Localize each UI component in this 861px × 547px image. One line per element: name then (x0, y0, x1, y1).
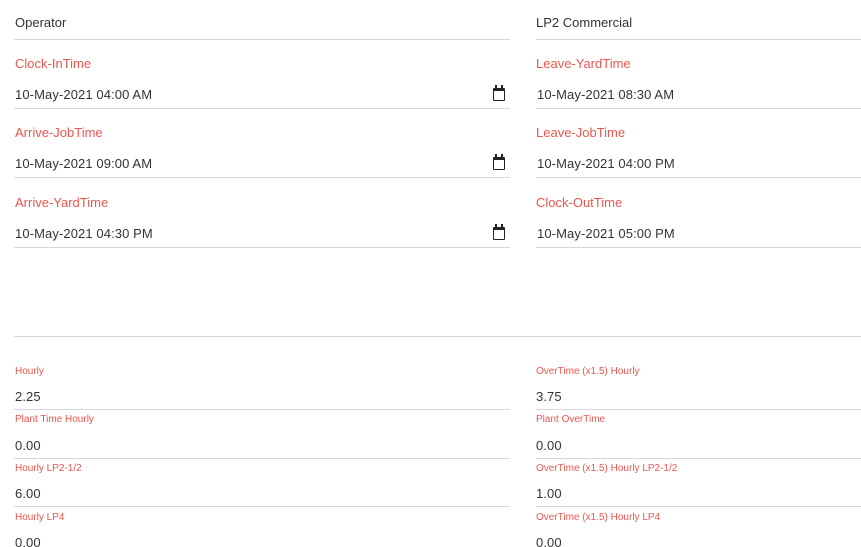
hourly-underline (14, 409, 510, 410)
ot-hourly-label: OverTime (x1.5) Hourly (536, 366, 640, 377)
ot-lp2-label: OverTime (x1.5) Hourly LP2-1/2 (536, 463, 678, 474)
ot-hourly-value[interactable]: 3.75 (536, 389, 562, 404)
plant-ot-label: Plant OverTime (536, 414, 606, 425)
leave-yard-underline (536, 108, 861, 109)
leave-job-underline (536, 177, 861, 178)
arrive-yard-input[interactable]: 10-May-2021 04:30 PM (15, 226, 153, 241)
calendar-icon[interactable] (493, 154, 505, 170)
hourly-lp2-underline (14, 506, 510, 507)
arrive-job-input[interactable]: 10-May-2021 09:00 AM (15, 156, 152, 171)
clock-out-label: Clock-OutTime (536, 195, 623, 210)
ot-hourly-underline (536, 409, 861, 410)
clock-out-underline (536, 247, 861, 248)
plant-hourly-label: Plant Time Hourly (15, 414, 94, 425)
ot-lp4-value[interactable]: 0.00 (536, 535, 562, 547)
leave-job-label: Leave-JobTime (536, 125, 626, 140)
arrive-job-label: Arrive-JobTime (15, 125, 103, 140)
hourly-lp2-label: Hourly LP2-1/2 (15, 463, 82, 474)
arrive-yard-underline (14, 247, 510, 248)
commercial-underline (536, 39, 861, 40)
ot-lp2-underline (536, 506, 861, 507)
calendar-icon[interactable] (493, 224, 505, 240)
leave-yard-label: Leave-YardTime (536, 56, 631, 71)
plant-ot-underline (536, 458, 861, 459)
hourly-lp4-value[interactable]: 0.00 (15, 535, 41, 547)
plant-ot-value[interactable]: 0.00 (536, 438, 562, 453)
leave-job-input[interactable]: 10-May-2021 04:00 PM (537, 156, 675, 171)
clock-in-underline (14, 108, 510, 109)
plant-hourly-underline (14, 458, 510, 459)
operator-field[interactable]: Operator (15, 15, 66, 30)
hourly-lp2-value[interactable]: 6.00 (15, 486, 41, 501)
commercial-field[interactable]: LP2 Commercial (536, 15, 632, 30)
plant-hourly-value[interactable]: 0.00 (15, 438, 41, 453)
hourly-value[interactable]: 2.25 (15, 389, 41, 404)
operator-underline (14, 39, 510, 40)
clock-in-input[interactable]: 10-May-2021 04:00 AM (15, 87, 152, 102)
ot-lp4-label: OverTime (x1.5) Hourly LP4 (536, 512, 661, 523)
arrive-job-underline (14, 177, 510, 178)
hourly-lp4-label: Hourly LP4 (15, 512, 65, 523)
ot-lp2-value[interactable]: 1.00 (536, 486, 562, 501)
leave-yard-input[interactable]: 10-May-2021 08:30 AM (537, 87, 674, 102)
clock-out-input[interactable]: 10-May-2021 05:00 PM (537, 226, 675, 241)
calendar-icon[interactable] (493, 85, 505, 101)
clock-in-label: Clock-InTime (15, 56, 92, 71)
arrive-yard-label: Arrive-YardTime (15, 195, 109, 210)
hourly-label: Hourly (15, 366, 44, 377)
section-divider (14, 336, 861, 337)
